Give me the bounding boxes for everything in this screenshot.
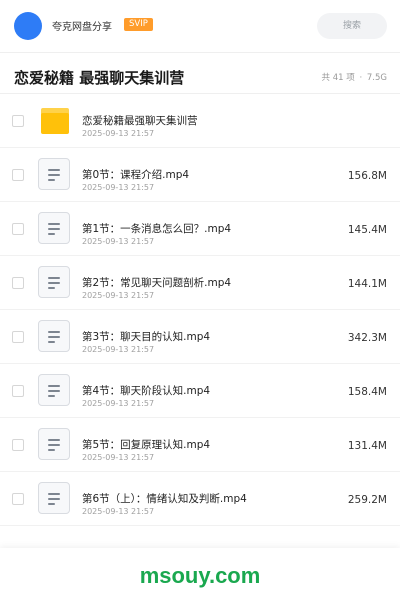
file-size: 131.4M bbox=[347, 440, 387, 452]
file-name: 恋爱秘籍最强聊天集训营 bbox=[82, 115, 198, 127]
file-date: 2025-09-13 21:57 bbox=[82, 129, 155, 138]
file-size: 342.3M bbox=[347, 332, 387, 344]
total-size: 7.5G bbox=[366, 73, 387, 83]
header: 夸克网盘分享 SVIP 搜索 bbox=[0, 0, 400, 52]
item-count: 共 41 项 bbox=[321, 73, 355, 83]
row-checkbox[interactable] bbox=[12, 493, 24, 505]
file-name: 第0节：课程介绍.mp4 bbox=[82, 169, 190, 181]
row-checkbox[interactable] bbox=[12, 169, 24, 181]
row-checkbox[interactable] bbox=[12, 331, 24, 343]
file-name: 第6节（上）：情绪认知及判断.mp4 bbox=[82, 493, 247, 505]
watermark: msouy.com bbox=[139, 563, 261, 588]
row-checkbox[interactable] bbox=[12, 223, 24, 235]
file-date: 2025-09-13 21:57 bbox=[82, 453, 155, 462]
file-date: 2025-09-13 21:57 bbox=[82, 237, 155, 246]
folder-row[interactable]: 恋爱秘籍最强聊天集训营 2025-09-13 21:57 bbox=[0, 94, 400, 148]
file-date: 2025-09-13 21:57 bbox=[82, 291, 155, 300]
file-size: 144.1M bbox=[347, 278, 387, 290]
file-icon bbox=[38, 374, 72, 408]
file-row[interactable]: 第0节：课程介绍.mp4 2025-09-13 21:57 156.8M bbox=[0, 148, 400, 202]
row-checkbox[interactable] bbox=[12, 277, 24, 289]
folder-title: 恋爱秘籍 最强聊天集训营 bbox=[14, 69, 185, 87]
file-icon bbox=[38, 266, 72, 300]
file-name: 第4节：聊天阶段认知.mp4 bbox=[82, 385, 211, 397]
meta-separator: · bbox=[359, 73, 363, 83]
file-row[interactable]: 第3节：聊天目的认知.mp4 2025-09-13 21:57 342.3M bbox=[0, 310, 400, 364]
search-button[interactable]: 搜索 bbox=[317, 13, 387, 39]
file-row[interactable]: 第5节：回复原理认知.mp4 2025-09-13 21:57 131.4M bbox=[0, 418, 400, 472]
file-name: 第2节：常见聊天问题剖析.mp4 bbox=[82, 277, 232, 289]
file-row[interactable]: 第1节：一条消息怎么回？.mp4 2025-09-13 21:57 145.4M bbox=[0, 202, 400, 256]
file-date: 2025-09-13 21:57 bbox=[82, 507, 155, 516]
svip-badge: SVIP bbox=[124, 18, 153, 31]
folder-icon bbox=[38, 104, 72, 138]
avatar[interactable] bbox=[14, 12, 42, 40]
file-date: 2025-09-13 21:57 bbox=[82, 345, 155, 354]
file-row[interactable]: 第2节：常见聊天问题剖析.mp4 2025-09-13 21:57 144.1M bbox=[0, 256, 400, 310]
file-row[interactable]: 第6节（上）：情绪认知及判断.mp4 2025-09-13 21:57 259.… bbox=[0, 472, 400, 526]
file-size: 156.8M bbox=[347, 170, 387, 182]
file-name: 第1节：一条消息怎么回？.mp4 bbox=[82, 223, 232, 235]
row-checkbox[interactable] bbox=[12, 115, 24, 127]
file-icon bbox=[38, 320, 72, 354]
header-divider bbox=[0, 52, 400, 53]
row-checkbox[interactable] bbox=[12, 439, 24, 451]
file-date: 2025-09-13 21:57 bbox=[82, 399, 155, 408]
file-name: 第3节：聊天目的认知.mp4 bbox=[82, 331, 211, 343]
share-page: 夸克网盘分享 SVIP 搜索 恋爱秘籍 最强聊天集训营 共 41 项 · 7.5… bbox=[0, 0, 400, 600]
row-checkbox[interactable] bbox=[12, 385, 24, 397]
file-icon bbox=[38, 158, 72, 192]
file-name: 第5节：回复原理认知.mp4 bbox=[82, 439, 211, 451]
file-date: 2025-09-13 21:57 bbox=[82, 183, 155, 192]
file-list: 恋爱秘籍最强聊天集训营 2025-09-13 21:57 第0节：课程介绍.mp… bbox=[0, 94, 400, 526]
file-icon bbox=[38, 428, 72, 462]
file-size: 259.2M bbox=[347, 494, 387, 506]
file-row[interactable]: 第4节：聊天阶段认知.mp4 2025-09-13 21:57 158.4M bbox=[0, 364, 400, 418]
file-size: 145.4M bbox=[347, 224, 387, 236]
folder-meta: 共 41 项 · 7.5G bbox=[322, 71, 387, 83]
file-icon bbox=[38, 212, 72, 246]
file-size: 158.4M bbox=[347, 386, 387, 398]
share-title: 夸克网盘分享 bbox=[52, 22, 112, 33]
file-icon bbox=[38, 482, 72, 516]
